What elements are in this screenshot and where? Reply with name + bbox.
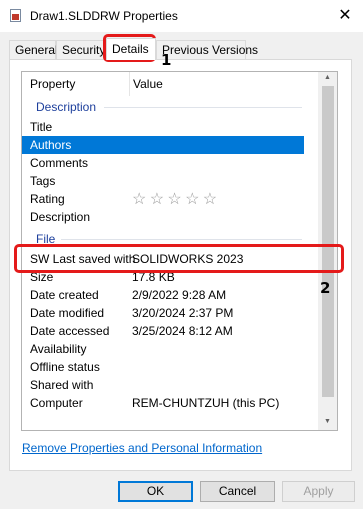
property-row-date-accessed[interactable]: Date accessed 3/25/2024 8:12 AM xyxy=(22,322,304,340)
property-row-comments[interactable]: Comments xyxy=(22,154,304,172)
column-header-value[interactable]: Value xyxy=(133,72,163,97)
rating-stars[interactable]: ☆ ☆ ☆ ☆ ☆ xyxy=(132,191,217,209)
tab-details[interactable]: Details xyxy=(106,38,156,60)
property-value: 3/25/2024 8:12 AM xyxy=(132,324,233,338)
property-key: Date accessed xyxy=(30,324,110,338)
property-row-title[interactable]: Title xyxy=(22,118,304,136)
ok-button[interactable]: OK xyxy=(118,481,193,502)
window-title: Draw1.SLDDRW Properties xyxy=(30,9,178,23)
property-row-availability[interactable]: Availability xyxy=(22,340,304,358)
property-key: Date modified xyxy=(30,306,105,320)
property-key: Availability xyxy=(30,342,87,356)
property-value: REM-CHUNTZUH (this PC) xyxy=(132,396,280,410)
column-header-property[interactable]: Property xyxy=(30,72,75,97)
group-heading-description: Description xyxy=(36,100,97,114)
property-key: Computer xyxy=(30,396,83,410)
property-key: Tags xyxy=(30,174,56,188)
star-icon[interactable]: ☆ xyxy=(185,191,199,208)
document-icon xyxy=(10,9,21,22)
property-row-tags[interactable]: Tags xyxy=(22,172,304,190)
property-row-description[interactable]: Description xyxy=(22,208,304,226)
scroll-up-icon[interactable]: ▲ xyxy=(318,74,337,81)
group-divider xyxy=(61,239,302,240)
star-icon[interactable]: ☆ xyxy=(150,191,164,208)
property-key: Offline status xyxy=(30,360,100,374)
sw-last-saved-callout xyxy=(14,244,344,273)
property-key: Title xyxy=(30,120,53,134)
property-key: Date created xyxy=(30,288,99,302)
callout-badge-2: 2 xyxy=(320,279,331,297)
property-row-shared-with[interactable]: Shared with xyxy=(22,376,304,394)
callout-badge-1: 1 xyxy=(161,51,172,69)
property-key: Rating xyxy=(30,192,65,206)
star-icon[interactable]: ☆ xyxy=(203,191,217,208)
star-icon[interactable]: ☆ xyxy=(167,191,181,208)
close-icon[interactable]: ✕ xyxy=(336,7,354,25)
property-key: Authors xyxy=(30,138,72,152)
scroll-down-icon[interactable]: ▼ xyxy=(318,418,337,425)
column-separator[interactable] xyxy=(129,72,130,96)
property-row-authors[interactable]: Authors xyxy=(22,136,304,154)
property-key: Comments xyxy=(30,156,89,170)
cancel-button[interactable]: Cancel xyxy=(200,481,275,502)
scrollbar-thumb[interactable] xyxy=(322,86,334,397)
property-row-offline-status[interactable]: Offline status xyxy=(22,358,304,376)
property-row-date-modified[interactable]: Date modified 3/20/2024 2:37 PM xyxy=(22,304,304,322)
apply-button[interactable]: Apply xyxy=(282,481,355,502)
property-value: 2/9/2022 9:28 AM xyxy=(132,288,227,302)
group-divider xyxy=(104,107,302,108)
property-value: 3/20/2024 2:37 PM xyxy=(132,306,234,320)
remove-properties-link[interactable]: Remove Properties and Personal Informati… xyxy=(22,441,262,455)
tab-general[interactable]: General xyxy=(9,40,58,59)
tab-security[interactable]: Security xyxy=(56,40,106,59)
property-key: Description xyxy=(30,210,91,224)
property-row-rating[interactable]: Rating ☆ ☆ ☆ ☆ ☆ xyxy=(22,190,304,208)
property-row-date-created[interactable]: Date created 2/9/2022 9:28 AM xyxy=(22,286,304,304)
property-key: Shared with xyxy=(30,378,94,392)
property-row-computer[interactable]: Computer REM-CHUNTZUH (this PC) xyxy=(22,394,304,412)
star-icon[interactable]: ☆ xyxy=(132,191,146,208)
